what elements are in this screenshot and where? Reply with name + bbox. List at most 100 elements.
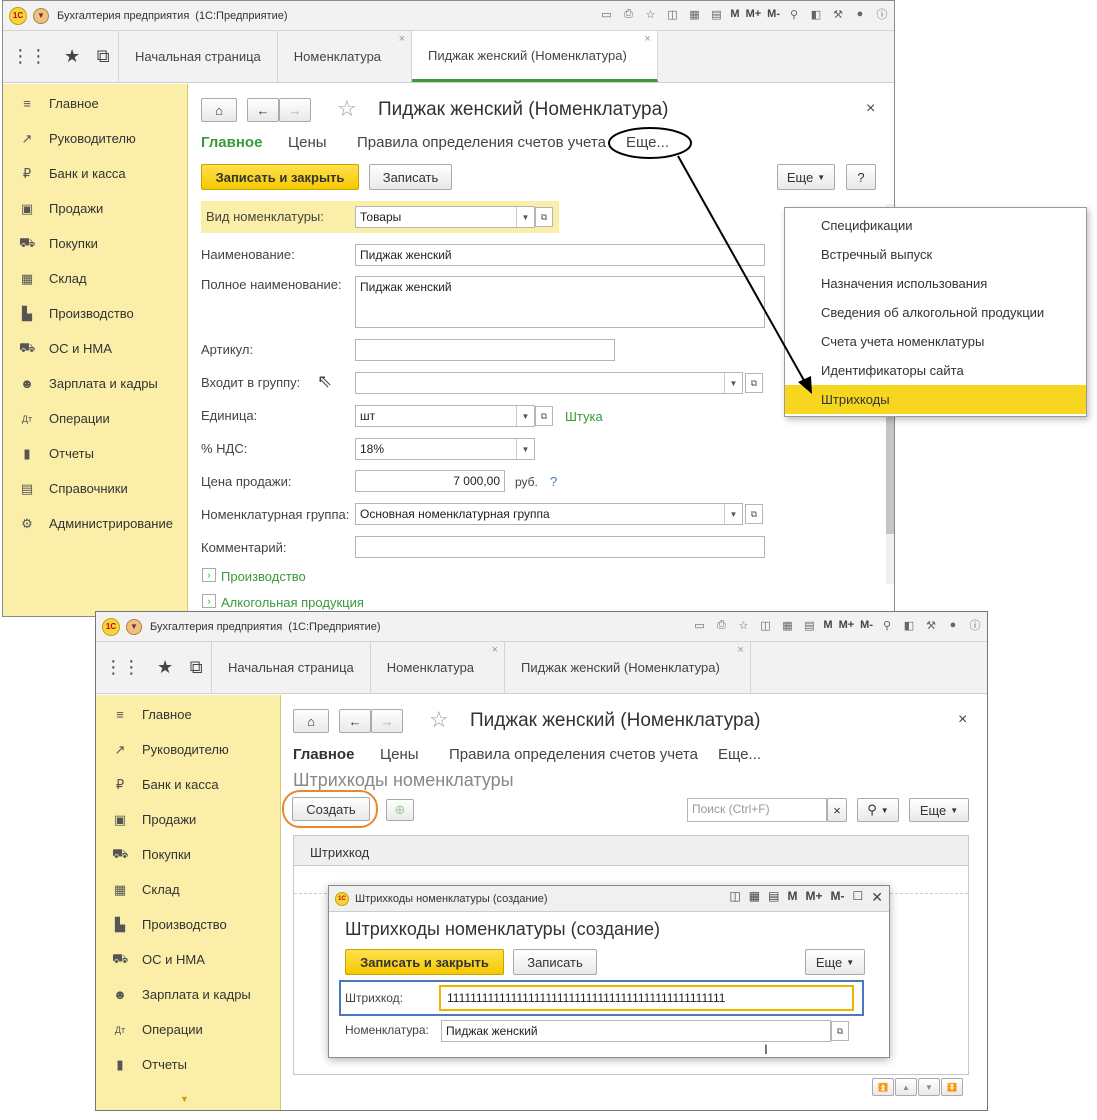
history-panel-icon[interactable]: ⧉ [190, 657, 203, 678]
sidebar-item-salary[interactable]: ☻ Зарплата и кадры [3, 366, 187, 401]
kind-field[interactable]: Товары ▼ [355, 206, 535, 228]
chevron-down-icon[interactable]: ▼ [724, 504, 742, 524]
menu-item-site-ids[interactable]: Идентификаторы сайта [785, 356, 1086, 385]
barcode-field[interactable]: 1111111111111111111111111111111111111111… [439, 985, 854, 1011]
favorite-star-icon[interactable]: ☆ [337, 96, 357, 122]
close-icon[interactable]: × [492, 644, 498, 656]
chevron-down-icon[interactable]: ▼ [516, 207, 534, 227]
nomenclature-field[interactable]: Пиджак женский [441, 1020, 831, 1042]
fullname-field[interactable]: Пиджак женский [355, 276, 765, 328]
sidebar-item-assets[interactable]: ⛟ ОС и НМА [96, 942, 280, 977]
search-icon[interactable]: ⚲ [879, 617, 895, 633]
close-icon[interactable]: × [866, 100, 875, 118]
calendar-icon[interactable]: ▤ [768, 889, 779, 906]
sidebar-item-sales[interactable]: ▣ Продажи [3, 191, 187, 226]
scroll-last-icon[interactable]: ⏬ [941, 1078, 963, 1096]
nav-accounts-rules[interactable]: Правила определения счетов учета [357, 134, 606, 151]
unit-field[interactable]: шт ▼ [355, 405, 535, 427]
history-icon[interactable]: ◫ [664, 6, 680, 22]
menu-item-usage-purposes[interactable]: Назначения использования [785, 269, 1086, 298]
sidebar-item-sales[interactable]: ▣ Продажи [96, 802, 280, 837]
tab-nomenclature[interactable]: Номенклатура × [278, 31, 413, 82]
search-button[interactable]: ⚲ ▼ [857, 798, 899, 822]
favorite-icon[interactable]: ☆ [642, 6, 658, 22]
expand-icon[interactable]: › [202, 594, 216, 608]
forward-button[interactable]: → [371, 709, 403, 733]
sidebar-item-admin[interactable]: ⚙ Администрирование [3, 506, 187, 541]
menu-item-counter-output[interactable]: Встречный выпуск [785, 240, 1086, 269]
article-field[interactable] [355, 339, 615, 361]
info-icon[interactable]: ⓘ [967, 617, 983, 633]
nomgroup-field[interactable]: Основная номенклатурная группа ▼ [355, 503, 743, 525]
tools-icon[interactable]: ⚒ [923, 617, 939, 633]
menu-item-barcodes[interactable]: Штрихкоды [785, 385, 1086, 414]
history-panel-icon[interactable]: ⧉ [97, 46, 110, 67]
print-icon[interactable]: ⎙ [713, 617, 729, 633]
memory-minus-icon[interactable]: M- [860, 617, 873, 633]
apps-grid-icon[interactable]: ⋮⋮ [11, 46, 47, 67]
sidebar-item-purchases[interactable]: ⛟ Покупки [96, 837, 280, 872]
memory-minus-icon[interactable]: M- [767, 6, 780, 22]
main-menu-icon[interactable]: ▼ [33, 7, 49, 24]
memory-plus-icon[interactable]: M+ [805, 889, 822, 906]
favorite-icon[interactable]: ◫ [729, 889, 740, 906]
tab-item-form[interactable]: Пиджак женский (Номенклатура) × [412, 31, 658, 82]
star-icon[interactable]: ★ [157, 657, 173, 678]
open-icon[interactable]: ⧉ [831, 1021, 849, 1041]
sidebar-item-operations[interactable]: Дт Операции [96, 1012, 280, 1047]
scroll-up-icon[interactable]: ▲ [895, 1078, 917, 1096]
sidebar-item-main[interactable]: ≡ Главное [96, 697, 280, 732]
panels-icon[interactable]: ◧ [808, 6, 824, 22]
sidebar-item-production[interactable]: ▙ Производство [3, 296, 187, 331]
price-help[interactable]: ? [550, 474, 557, 489]
close-icon[interactable]: × [958, 711, 967, 729]
dialog-save-close-button[interactable]: Записать и закрыть [345, 949, 504, 975]
calendar-icon[interactable]: ▤ [708, 6, 724, 22]
sidebar-item-assets[interactable]: ⛟ ОС и НМА [3, 331, 187, 366]
save-icon[interactable]: ▭ [598, 6, 614, 22]
tab-nomenclature[interactable]: Номенклатура × [371, 642, 506, 693]
dialog-more-button[interactable]: Еще ▼ [805, 949, 865, 975]
open-icon[interactable]: ⧉ [535, 406, 553, 426]
main-menu-icon[interactable]: ▼ [126, 618, 142, 635]
sidebar-item-bank[interactable]: ₽ Банк и касса [96, 767, 280, 802]
sidebar-scroll-down-icon[interactable]: ▼ [180, 1094, 189, 1104]
calculator-icon[interactable]: ▦ [749, 889, 760, 906]
menu-item-alcohol-info[interactable]: Сведения об алкогольной продукции [785, 298, 1086, 327]
print-icon[interactable]: ⎙ [620, 6, 636, 22]
section-production[interactable]: Производство [221, 569, 306, 584]
forward-button[interactable]: → [279, 98, 311, 122]
home-button[interactable]: ⌂ [201, 98, 237, 122]
favorite-star-icon[interactable]: ☆ [429, 707, 449, 733]
open-icon[interactable]: ⧉ [535, 207, 553, 227]
copy-button[interactable]: ⊕ [386, 799, 414, 821]
sidebar-item-bank[interactable]: ₽ Банк и касса [3, 156, 187, 191]
sidebar-item-purchases[interactable]: ⛟ Покупки [3, 226, 187, 261]
column-header-barcode[interactable]: Штрихкод [310, 845, 369, 860]
close-icon[interactable]: ✕ [871, 889, 883, 906]
nav-more[interactable]: Еще... [626, 134, 669, 151]
info-icon[interactable]: ⓘ [874, 6, 890, 22]
calendar-icon[interactable]: ▤ [801, 617, 817, 633]
open-icon[interactable]: ⧉ [745, 373, 763, 393]
sidebar-item-reports[interactable]: ▮ Отчеты [3, 436, 187, 471]
scroll-down-icon[interactable]: ▼ [918, 1078, 940, 1096]
save-close-button[interactable]: Записать и закрыть [201, 164, 359, 190]
comment-field[interactable] [355, 536, 765, 558]
apps-grid-icon[interactable]: ⋮⋮ [104, 657, 140, 678]
nav-main[interactable]: Главное [293, 746, 354, 763]
nav-prices[interactable]: Цены [288, 134, 327, 151]
user-icon[interactable]: ● [852, 6, 868, 22]
history-icon[interactable]: ◫ [757, 617, 773, 633]
memory-plus-icon[interactable]: M+ [839, 617, 855, 633]
back-button[interactable]: ← [339, 709, 371, 733]
memory-m-icon[interactable]: M [787, 889, 797, 906]
close-icon[interactable]: × [399, 33, 405, 45]
sidebar-item-catalogs[interactable]: ▤ Справочники [3, 471, 187, 506]
more-button[interactable]: Еще ▼ [777, 164, 835, 190]
search-input[interactable]: Поиск (Ctrl+F) [687, 798, 827, 822]
memory-m-icon[interactable]: M [730, 6, 739, 22]
sidebar-item-main[interactable]: ≡ Главное [3, 86, 187, 121]
memory-m-icon[interactable]: M [823, 617, 832, 633]
section-alcohol[interactable]: Алкогольная продукция [221, 595, 364, 610]
